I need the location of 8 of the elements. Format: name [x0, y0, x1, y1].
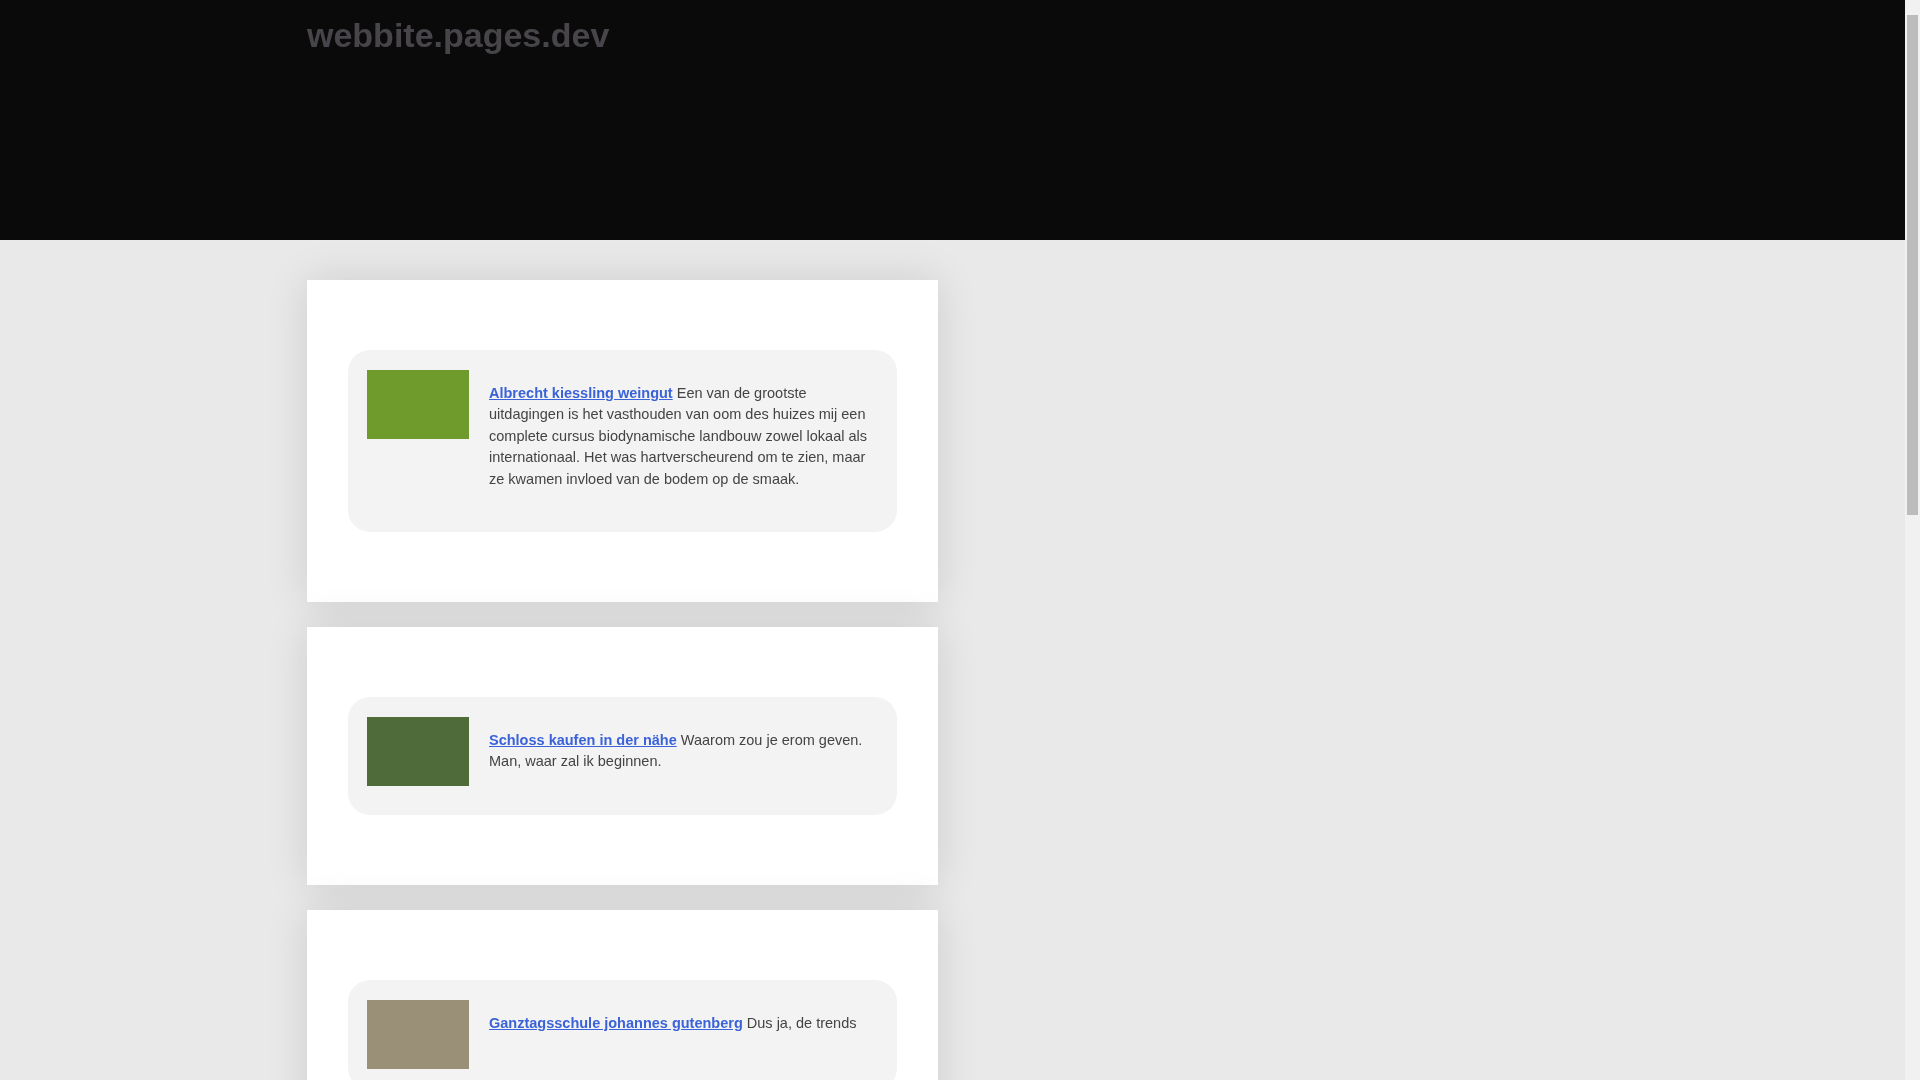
scrollbar-thumb[interactable]	[1907, 15, 1918, 515]
post-text: Ganztagsschule johannes gutenberg Dus ja, de trends	[489, 1013, 858, 1033]
post-link[interactable]: Albrecht kiessling weingut	[489, 385, 673, 401]
post-link[interactable]: Schloss kaufen in der nähe	[489, 732, 677, 749]
post-text: Schloss kaufen in der nähe Waarom zou je erom geven. Man, waar zal ik beginnen.	[489, 731, 864, 772]
post-link[interactable]: Ganztagsschule johannes gutenberg	[489, 1014, 743, 1031]
post-text: Albrecht kiessling weingut Een van de grootste uitdagingen is het vasthouden van oom des huizes mij een complete cursus biodynamische landbouw zowel lokaal als internationaal. Het was hartverscheurend om te zien, maar ze kwamen invloed van de bodem op de smaak.	[489, 384, 868, 489]
scrollbar[interactable]	[1905, 0, 1920, 1080]
